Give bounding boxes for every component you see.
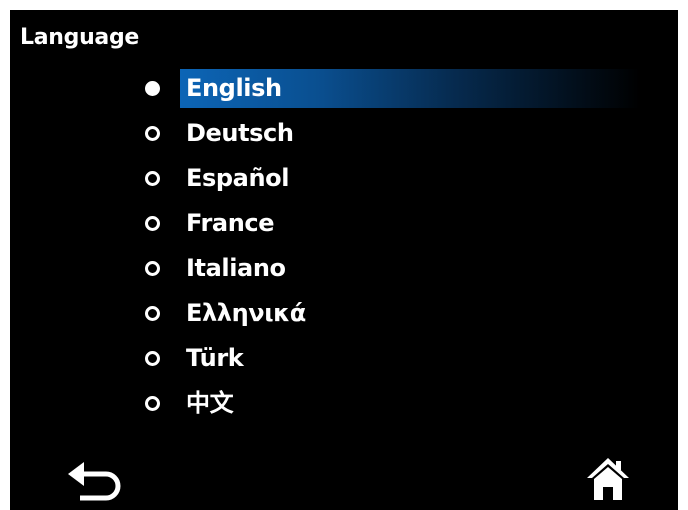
radio-unselected-icon [145,216,160,231]
language-option-greek[interactable]: Ελληνικά [10,294,678,339]
language-option-turkish[interactable]: Türk [10,339,678,384]
language-label: Español [186,164,290,192]
language-label: Türk [186,344,244,372]
language-option-espanol[interactable]: Español [10,159,678,204]
page-title: Language [20,25,140,50]
language-label: English [186,74,282,102]
language-screen: Language English Deutsch Español France … [10,10,678,510]
language-label: 中文 [186,389,234,417]
language-option-chinese[interactable]: 中文 [10,384,678,429]
language-option-english[interactable]: English [10,69,678,114]
radio-unselected-icon [145,126,160,141]
language-label: Deutsch [186,119,294,147]
radio-unselected-icon [145,261,160,276]
language-label: Ελληνικά [186,299,306,327]
home-icon[interactable] [585,456,631,502]
language-option-italiano[interactable]: Italiano [10,249,678,294]
language-list: English Deutsch Español France Italiano … [10,69,678,429]
radio-unselected-icon [145,306,160,321]
language-option-france[interactable]: France [10,204,678,249]
back-arrow-icon[interactable] [66,462,124,504]
radio-selected-icon [145,81,160,96]
language-option-deutsch[interactable]: Deutsch [10,114,678,159]
radio-unselected-icon [145,171,160,186]
radio-unselected-icon [145,351,160,366]
language-label: Italiano [186,254,286,282]
language-label: France [186,209,275,237]
radio-unselected-icon [145,396,160,411]
